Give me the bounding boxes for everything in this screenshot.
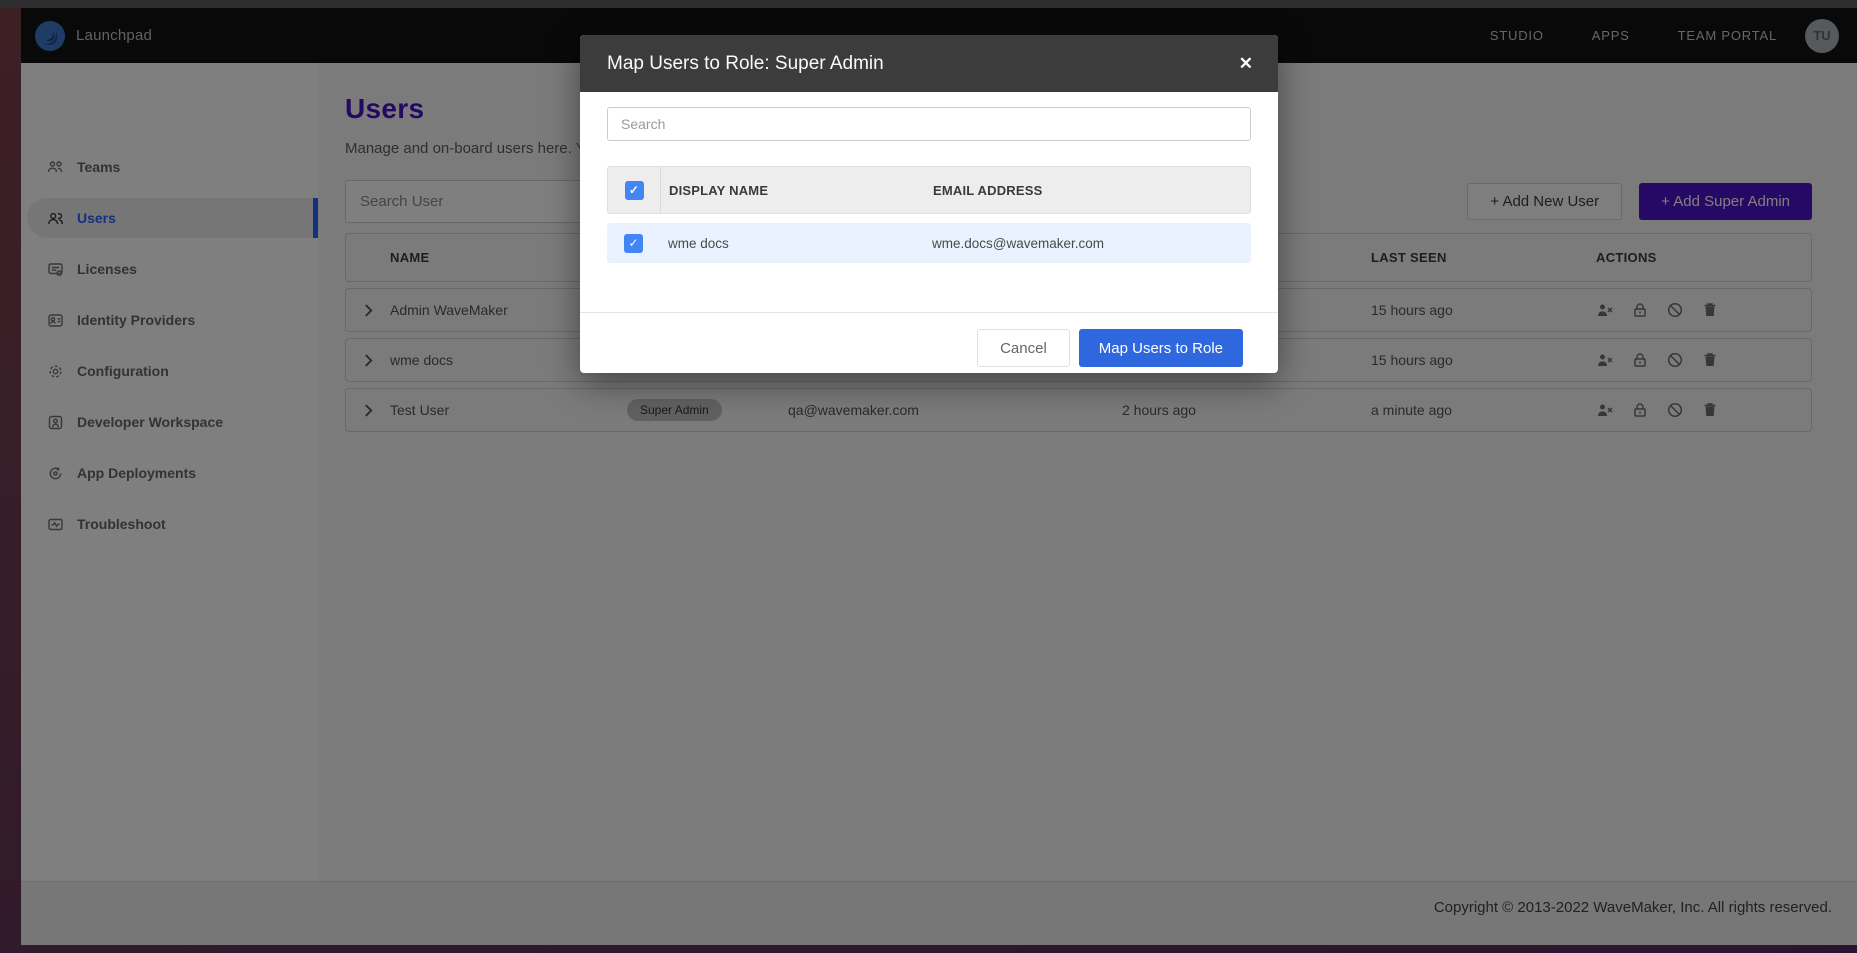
modal-title: Map Users to Role: Super Admin <box>607 53 884 75</box>
map-users-modal: Map Users to Role: Super Admin ✕ DISPLAY… <box>580 35 1278 373</box>
modal-header: Map Users to Role: Super Admin ✕ <box>580 35 1278 92</box>
close-icon[interactable]: ✕ <box>1239 55 1253 72</box>
modal-footer: Cancel Map Users to Role <box>580 312 1278 373</box>
row-checkbox[interactable] <box>624 234 643 253</box>
row-email: wme.docs@wavemaker.com <box>932 236 1251 251</box>
modal-table-row[interactable]: wme docs wme.docs@wavemaker.com <box>607 223 1251 263</box>
modal-search-input[interactable] <box>607 107 1251 141</box>
map-users-to-role-button[interactable]: Map Users to Role <box>1079 329 1243 367</box>
modal-table-header: DISPLAY NAME EMAIL ADDRESS <box>607 166 1251 214</box>
cancel-button[interactable]: Cancel <box>977 329 1070 367</box>
select-all-checkbox[interactable] <box>625 181 644 200</box>
header-email-address: EMAIL ADDRESS <box>933 183 1250 198</box>
modal-body: DISPLAY NAME EMAIL ADDRESS wme docs wme.… <box>580 92 1278 263</box>
row-display-name: wme docs <box>660 236 932 251</box>
header-display-name: DISPLAY NAME <box>661 183 933 198</box>
